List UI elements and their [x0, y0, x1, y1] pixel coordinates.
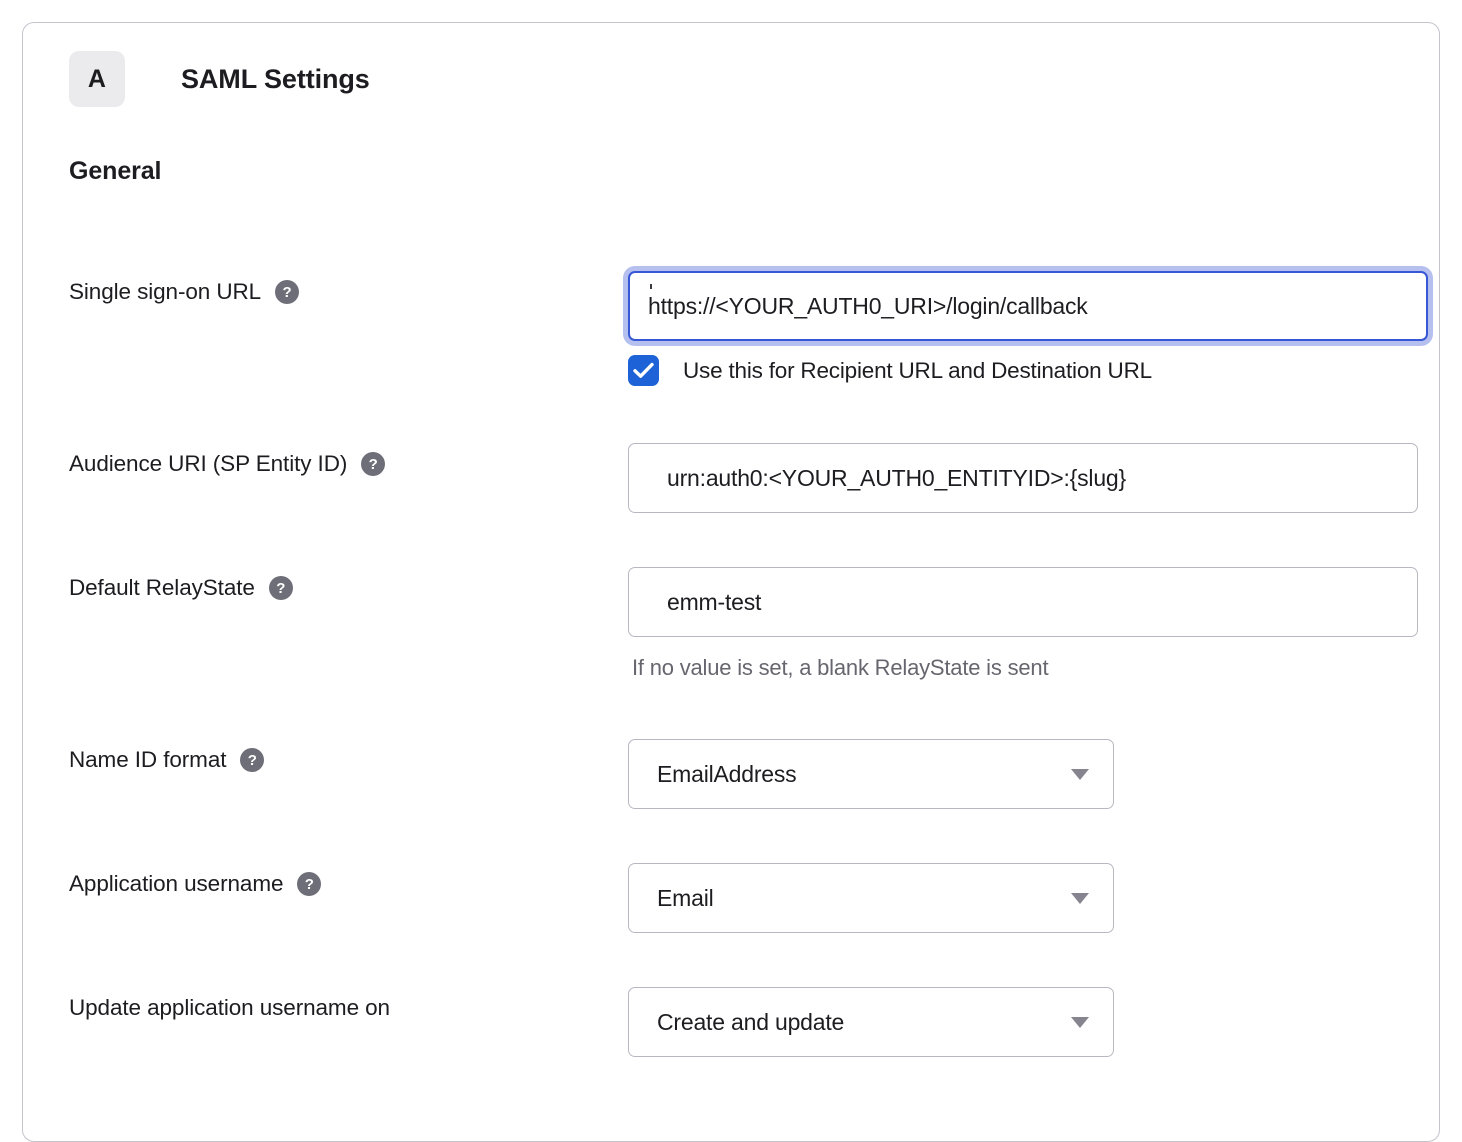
section-heading-general: General — [69, 157, 161, 186]
field-update-application-username-on: Create and update — [628, 987, 1114, 1057]
text-caret-tick-top — [650, 284, 652, 289]
label-default-relaystate: Default RelayState ? — [69, 575, 293, 601]
chevron-down-icon — [1071, 769, 1089, 780]
default-relaystate-input[interactable]: emm-test — [628, 567, 1418, 637]
label-application-username: Application username ? — [69, 871, 321, 897]
saml-settings-page: A SAML Settings General Single sign-on U… — [0, 0, 1462, 1102]
field-application-username: Email — [628, 863, 1114, 933]
label-single-sign-on-url: Single sign-on URL ? — [69, 279, 299, 305]
update-application-username-on-select[interactable]: Create and update — [628, 987, 1114, 1057]
audience-uri-input[interactable]: urn:auth0:<YOUR_AUTH0_ENTITYID>:{slug} — [628, 443, 1418, 513]
label-text: Audience URI (SP Entity ID) — [69, 451, 347, 477]
recipient-destination-checkbox[interactable] — [628, 355, 659, 386]
application-username-select[interactable]: Email — [628, 863, 1114, 933]
recipient-destination-checkbox-label[interactable]: Use this for Recipient URL and Destinati… — [683, 358, 1152, 384]
label-text: Update application username on — [69, 995, 390, 1021]
label-text: Application username — [69, 871, 283, 897]
select-value: Email — [657, 885, 1071, 912]
help-icon[interactable]: ? — [361, 452, 385, 476]
help-icon[interactable]: ? — [269, 576, 293, 600]
default-relaystate-helper-text: If no value is set, a blank RelayState i… — [632, 655, 1418, 681]
label-text: Default RelayState — [69, 575, 255, 601]
check-icon — [633, 361, 654, 380]
help-icon[interactable]: ? — [297, 872, 321, 896]
name-id-format-select[interactable]: EmailAddress — [628, 739, 1114, 809]
app-avatar: A — [69, 51, 125, 107]
chevron-down-icon — [1071, 893, 1089, 904]
saml-settings-card: A SAML Settings General Single sign-on U… — [22, 22, 1440, 1142]
recipient-destination-checkbox-row[interactable]: Use this for Recipient URL and Destinati… — [628, 355, 1428, 386]
page-title: SAML Settings — [181, 64, 370, 95]
label-text: Name ID format — [69, 747, 226, 773]
field-default-relaystate: emm-test If no value is set, a blank Rel… — [628, 567, 1418, 681]
select-value: Create and update — [657, 1009, 1071, 1036]
label-audience-uri: Audience URI (SP Entity ID) ? — [69, 451, 385, 477]
field-name-id-format: EmailAddress — [628, 739, 1114, 809]
field-audience-uri: urn:auth0:<YOUR_AUTH0_ENTITYID>:{slug} — [628, 443, 1418, 513]
help-icon[interactable]: ? — [275, 280, 299, 304]
select-value: EmailAddress — [657, 761, 1071, 788]
single-sign-on-url-input[interactable]: https://<YOUR_AUTH0_URI>/login/callback — [628, 271, 1428, 341]
label-text: Single sign-on URL — [69, 279, 261, 305]
label-name-id-format: Name ID format ? — [69, 747, 264, 773]
card-header: A SAML Settings — [69, 51, 370, 107]
field-single-sign-on-url: https://<YOUR_AUTH0_URI>/login/callback … — [628, 271, 1428, 386]
help-icon[interactable]: ? — [240, 748, 264, 772]
label-update-application-username-on: Update application username on — [69, 995, 390, 1021]
chevron-down-icon — [1071, 1017, 1089, 1028]
